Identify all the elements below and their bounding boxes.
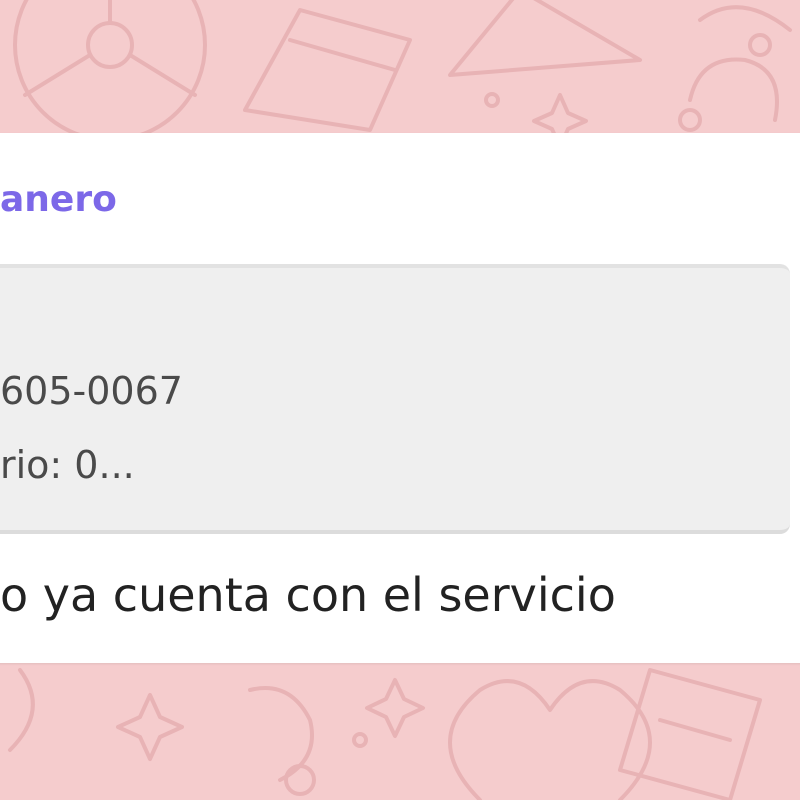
note-icon [618,668,762,800]
steering-wheel-icon [13,0,207,142]
quoted-text-line: rio: 0... [0,443,135,487]
triangle-icon [448,0,642,77]
card-icon [243,8,412,132]
bell-icon [688,5,792,122]
message-text: o ya cuenta con el servicio [0,568,616,622]
sender-name: anero [0,179,117,220]
quoted-text-line: 605-0067 [0,369,183,413]
heart-icon [448,679,652,800]
